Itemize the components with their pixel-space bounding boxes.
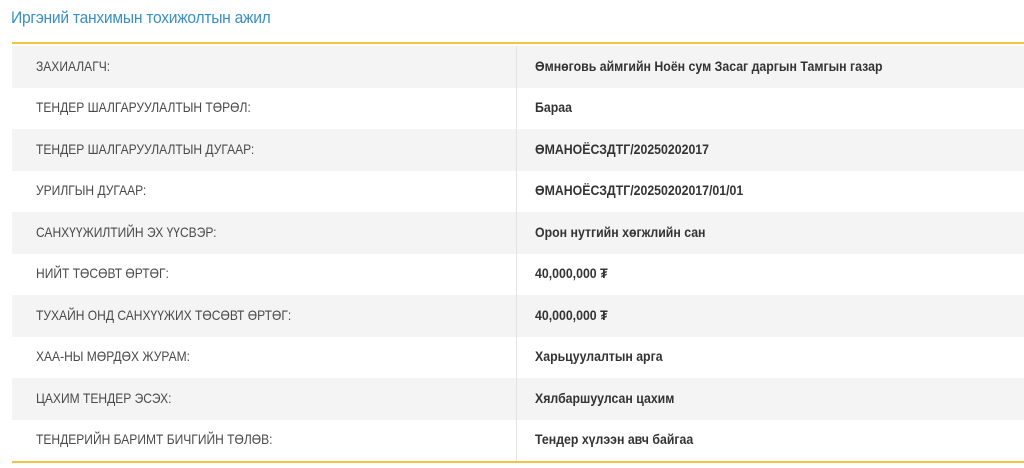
row-value: Хялбаршуулсан цахим xyxy=(535,389,675,406)
row-value: 40,000,000 ₮ xyxy=(535,306,608,323)
row-value: Бараа xyxy=(535,99,572,116)
row-value-cell: Тендер хүлээн авч байгаа xyxy=(516,419,1024,461)
table-row-annual-budget: ТУХАЙН ОНД САНХҮҮЖИХ ТӨСӨВТ ӨРТӨГ: 40,00… xyxy=(12,295,1024,337)
row-label-cell: ТУХАЙН ОНД САНХҮҮЖИХ ТӨСӨВТ ӨРТӨГ: xyxy=(12,295,517,337)
row-label-cell: ТЕНДЕРИЙН БАРИМТ БИЧГИЙН ТӨЛӨВ: xyxy=(12,419,517,461)
row-value-cell: Хялбаршуулсан цахим xyxy=(516,378,1024,420)
tender-info-table: ЗАХИАЛАГЧ: Өмнөговь аймгийн Ноён сум Зас… xyxy=(12,46,1024,461)
row-label-cell: ХАА-НЫ МӨРДӨХ ЖУРАМ: xyxy=(12,336,517,378)
row-label: УРИЛГЫН ДУГААР: xyxy=(36,182,147,199)
bottom-accent-rule xyxy=(12,461,1024,463)
row-value-cell: ӨМАНОЁСЗДТГ/20250202017 xyxy=(516,129,1024,171)
table-row-tender-type: ТЕНДЕР ШАЛГАРУУЛАЛТЫН ТӨРӨЛ: Бараа xyxy=(12,87,1024,129)
row-label: НИЙТ ТӨСӨВТ ӨРТӨГ: xyxy=(36,265,169,282)
row-value: Тендер хүлээн авч байгаа xyxy=(535,431,694,448)
row-label-cell: ТЕНДЕР ШАЛГАРУУЛАЛТЫН ДУГААР: xyxy=(12,129,517,171)
table-row-tender-number: ТЕНДЕР ШАЛГАРУУЛАЛТЫН ДУГААР: ӨМАНОЁСЗДТ… xyxy=(12,129,1024,171)
table-row-document-status: ТЕНДЕРИЙН БАРИМТ БИЧГИЙН ТӨЛӨВ: Тендер х… xyxy=(12,419,1024,461)
row-label: САНХҮҮЖИЛТИЙН ЭХ ҮҮСВЭР: xyxy=(36,223,217,240)
row-value-cell: Орон нутгийн хөгжлийн сан xyxy=(516,212,1024,254)
row-label-cell: ЦАХИМ ТЕНДЕР ЭСЭХ: xyxy=(12,378,517,420)
row-label: ТЕНДЕР ШАЛГАРУУЛАЛТЫН ДУГААР: xyxy=(36,140,255,157)
row-value-cell: ӨМАНОЁСЗДТГ/20250202017/01/01 xyxy=(516,170,1024,212)
row-label: ЦАХИМ ТЕНДЕР ЭСЭХ: xyxy=(36,389,172,406)
table-row-funding-source: САНХҮҮЖИЛТИЙН ЭХ ҮҮСВЭР: Орон нутгийн хө… xyxy=(12,212,1024,254)
row-value-cell: Бараа xyxy=(516,87,1024,129)
row-label: ТУХАЙН ОНД САНХҮҮЖИХ ТӨСӨВТ ӨРТӨГ: xyxy=(36,306,292,323)
row-label: ХАА-НЫ МӨРДӨХ ЖУРАМ: xyxy=(36,348,190,365)
table-row-total-budget: НИЙТ ТӨСӨВТ ӨРТӨГ: 40,000,000 ₮ xyxy=(12,253,1024,295)
row-value: Орон нутгийн хөгжлийн сан xyxy=(535,223,706,240)
table-row-procurement-procedure: ХАА-НЫ МӨРДӨХ ЖУРАМ: Харьцуулалтын арга xyxy=(12,336,1024,378)
row-value-cell: 40,000,000 ₮ xyxy=(516,295,1024,337)
row-label: ТЕНДЕР ШАЛГАРУУЛАЛТЫН ТӨРӨЛ: xyxy=(36,99,251,116)
row-label-cell: УРИЛГЫН ДУГААР: xyxy=(12,170,517,212)
row-value-cell: Харьцуулалтын арга xyxy=(516,336,1024,378)
top-accent-rule xyxy=(12,42,1024,44)
row-label: ТЕНДЕРИЙН БАРИМТ БИЧГИЙН ТӨЛӨВ: xyxy=(36,431,273,448)
section-title: Иргэний танхимын тохижолтын ажил xyxy=(11,8,271,27)
table-row-customer: ЗАХИАЛАГЧ: Өмнөговь аймгийн Ноён сум Зас… xyxy=(12,46,1024,88)
row-value: Харьцуулалтын арга xyxy=(535,348,663,365)
row-label: ЗАХИАЛАГЧ: xyxy=(36,57,111,74)
row-value: 40,000,000 ₮ xyxy=(535,265,608,282)
row-label-cell: НИЙТ ТӨСӨВТ ӨРТӨГ: xyxy=(12,253,517,295)
row-value: ӨМАНОЁСЗДТГ/20250202017 xyxy=(535,140,710,157)
row-label-cell: ЗАХИАЛАГЧ: xyxy=(12,46,517,88)
row-value-cell: Өмнөговь аймгийн Ноён сум Засаг даргын Т… xyxy=(516,46,1024,88)
row-value: ӨМАНОЁСЗДТГ/20250202017/01/01 xyxy=(535,182,744,199)
row-value: Өмнөговь аймгийн Ноён сум Засаг даргын Т… xyxy=(535,57,883,74)
row-label-cell: ТЕНДЕР ШАЛГАРУУЛАЛТЫН ТӨРӨЛ: xyxy=(12,87,517,129)
table-row-e-tender: ЦАХИМ ТЕНДЕР ЭСЭХ: Хялбаршуулсан цахим xyxy=(12,378,1024,420)
row-value-cell: 40,000,000 ₮ xyxy=(516,253,1024,295)
table-row-invitation-number: УРИЛГЫН ДУГААР: ӨМАНОЁСЗДТГ/20250202017/… xyxy=(12,170,1024,212)
row-label-cell: САНХҮҮЖИЛТИЙН ЭХ ҮҮСВЭР: xyxy=(12,212,517,254)
